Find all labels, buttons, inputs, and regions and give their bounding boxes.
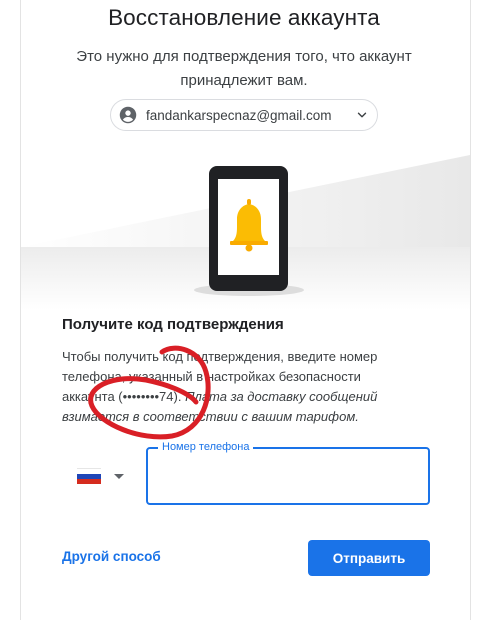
description-line: телефона, указанный в настройках безопас… [62,369,361,384]
phone-number-field[interactable] [146,447,430,505]
country-select[interactable] [66,458,136,494]
red-circle-annotation [88,345,211,440]
card-left-border [20,0,21,620]
section-heading: Получите код подтверждения [62,316,284,333]
description-line: аккаунта (••••••••74). [62,389,182,404]
description-billing-note: Плата за доставку сообщений [181,389,378,404]
dropdown-caret-icon [114,473,124,479]
card-right-border [470,0,471,620]
page-subtitle: Это нужно для подтверждения того, что ак… [76,48,412,89]
russia-flag-icon [77,468,101,484]
account-circle-icon [119,106,137,124]
send-button[interactable]: Отправить [308,540,430,576]
section-description: Чтобы получить код подтверждения, введит… [62,347,407,427]
other-method-link[interactable]: Другой способ [62,549,161,564]
account-email: fandankarspecnaz@gmail.com [146,107,332,123]
account-chip[interactable]: fandankarspecnaz@gmail.com [110,99,378,131]
phone-number-label: Номер телефона [158,441,254,453]
description-billing-note: взимается в соответствии с вашим тарифом… [62,409,359,424]
chevron-down-icon [357,112,367,118]
page-title: Восстановление аккаунта [108,5,380,30]
phone-bell-illustration [21,155,470,310]
description-line: Чтобы получить код подтверждения, введит… [62,349,378,364]
phone-number-input[interactable] [160,463,419,491]
